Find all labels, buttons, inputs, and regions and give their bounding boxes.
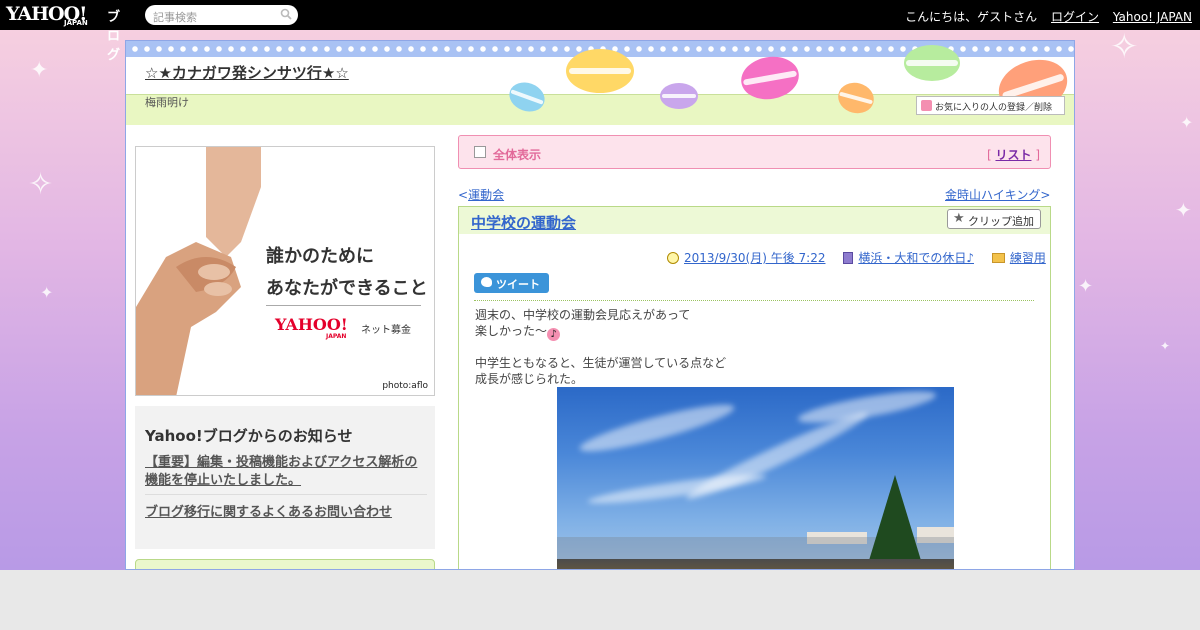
- macaron-yellow-icon: [566, 49, 634, 93]
- topbar-links: こんにちは、ゲストさん ログイン Yahoo! JAPAN: [897, 8, 1192, 25]
- article-folder-link[interactable]: 練習用: [1010, 251, 1046, 265]
- blog-description: 梅雨明け: [145, 96, 189, 109]
- ad-headline-1: 誰かのために: [266, 246, 374, 267]
- music-note-icon: ♪: [547, 328, 561, 341]
- search-input[interactable]: 記事検索: [145, 5, 298, 25]
- sports-day-photo[interactable]: [557, 387, 954, 569]
- expand-icon: [474, 146, 486, 158]
- tweet-button[interactable]: ツイート: [474, 273, 549, 293]
- macaron-green-icon: [904, 45, 960, 81]
- cloud-shape: [576, 396, 738, 460]
- list-view-toggle: [ リスト ]: [987, 146, 1040, 163]
- list-bracket-close: ]: [1035, 148, 1040, 162]
- sparkle-icon: ✦: [1160, 339, 1171, 353]
- clock-icon: [667, 252, 679, 264]
- clip-add-button[interactable]: ★ クリップ追加: [947, 209, 1041, 229]
- next-article-nav: 金時山ハイキング>: [945, 186, 1050, 203]
- greeting-text: こんにちは、ゲストさん: [905, 10, 1038, 24]
- ad-headline-2: あなたができること: [266, 278, 428, 299]
- tree-shape: [867, 475, 923, 567]
- body-line: 中学生ともなると、生徒が運営している点など: [475, 356, 727, 370]
- logo-japan-text: JAPAN: [64, 19, 88, 27]
- sparkle-icon: ✦: [1175, 198, 1192, 222]
- ad-service-name: ネット募金: [361, 325, 411, 336]
- list-bracket-open: [: [986, 148, 992, 162]
- notice-link-important[interactable]: 【重要】編集・投稿機能およびアクセス解析の機能を停止いたしました。: [145, 454, 427, 490]
- ad-yahoo-logo: YAHOO!: [275, 315, 348, 334]
- article-meta: 2013/9/30(月) 午後 7:22 横浜・大和での休日♪ 練習用: [667, 249, 1046, 266]
- prev-article-link[interactable]: 運動会: [468, 188, 504, 202]
- article-body: 週末の、中学校の運動会見応えがあって 楽しかった～ ♪ 中学生ともなると、生徒が運…: [475, 307, 726, 387]
- twitter-bird-icon: [481, 277, 492, 287]
- list-view-link[interactable]: リスト: [995, 148, 1031, 162]
- ad-photo-credit: photo:aflo: [382, 381, 428, 391]
- next-arrow: >: [1040, 188, 1051, 202]
- body-line-text: 楽しかった～: [475, 324, 548, 338]
- sparkle-icon: ✦: [40, 283, 54, 302]
- macaron-purple-icon: [660, 83, 698, 109]
- login-link[interactable]: ログイン: [1051, 10, 1099, 24]
- favorite-register-button[interactable]: お気に入りの人の登録／削除: [916, 96, 1065, 115]
- article-divider: [474, 300, 1034, 301]
- tweet-label: ツイート: [496, 278, 540, 291]
- logo-blog-text: ブログ: [107, 10, 121, 63]
- clip-add-label: クリップ追加: [968, 215, 1034, 228]
- cloud-shape: [586, 469, 768, 509]
- sparkle-icon: ✦: [1180, 113, 1194, 132]
- cloud-shape: [796, 387, 938, 430]
- heart-icon: [921, 100, 932, 111]
- star-icon: ★: [953, 211, 965, 226]
- body-line: 成長が感じられた。: [475, 372, 584, 386]
- body-line: [475, 339, 726, 355]
- sparkle-icon: ✧: [28, 167, 54, 202]
- prev-article-nav: <運動会: [458, 186, 504, 203]
- ad-yahoo-japan-text: JAPAN: [326, 333, 347, 340]
- helping-hands-image: [136, 147, 261, 395]
- article: 中学校の運動会 ★ クリップ追加 2013/9/30(月) 午後 7:22 横浜…: [458, 206, 1051, 569]
- notice-divider: [145, 494, 427, 495]
- full-view-label: 全体表示: [493, 148, 542, 162]
- blog-container: ☆★カナガワ発シンサツ行★☆ 梅雨明け お気に入りの人の登録／削除 誰かのために…: [125, 40, 1075, 570]
- book-icon: [843, 252, 854, 264]
- full-view-bar: 全体表示 [ リスト ]: [458, 135, 1051, 169]
- yahoo-topbar: YAHOO! JAPAN ブログ 記事検索 こんにちは、ゲストさん ログイン Y…: [0, 0, 1200, 63]
- yahoo-blog-notice: Yahoo!ブログからのお知らせ 【重要】編集・投稿機能およびアクセス解析の機能…: [135, 406, 435, 549]
- sparkle-icon: ✧: [1110, 30, 1139, 67]
- favorite-register-label: お気に入りの人の登録／削除: [935, 103, 1053, 113]
- body-line: 週末の、中学校の運動会見応えがあって: [475, 308, 691, 322]
- prev-arrow: <: [458, 188, 469, 202]
- blog-title-link[interactable]: ☆★カナガワ発シンサツ行★☆: [145, 62, 349, 83]
- article-title-link[interactable]: 中学校の運動会: [471, 212, 576, 233]
- folder-icon: [991, 253, 1005, 263]
- body-line: 楽しかった～ ♪: [475, 323, 726, 341]
- sparkle-icon: ✦: [1078, 276, 1094, 297]
- sidebar-box: [135, 559, 435, 569]
- article-datetime-link[interactable]: 2013/9/30(月) 午後 7:22: [684, 251, 825, 265]
- next-article-link[interactable]: 金時山ハイキング: [945, 188, 1040, 202]
- net-donation-ad[interactable]: 誰かのために あなたができること YAHOO! JAPAN ネット募金 phot…: [135, 146, 435, 396]
- footer-area: [0, 570, 1200, 630]
- notice-link-faq[interactable]: ブログ移行に関するよくあるお問い合わせ: [145, 501, 392, 520]
- crowd-shape: [557, 559, 954, 569]
- notice-title: Yahoo!ブログからのお知らせ: [145, 427, 353, 445]
- sparkle-icon: ✦: [30, 58, 49, 83]
- yahoo-japan-link[interactable]: Yahoo! JAPAN: [1113, 10, 1192, 24]
- article-category-link[interactable]: 横浜・大和での休日♪: [858, 251, 974, 265]
- ad-divider: [266, 305, 421, 306]
- search-icon[interactable]: [280, 8, 292, 20]
